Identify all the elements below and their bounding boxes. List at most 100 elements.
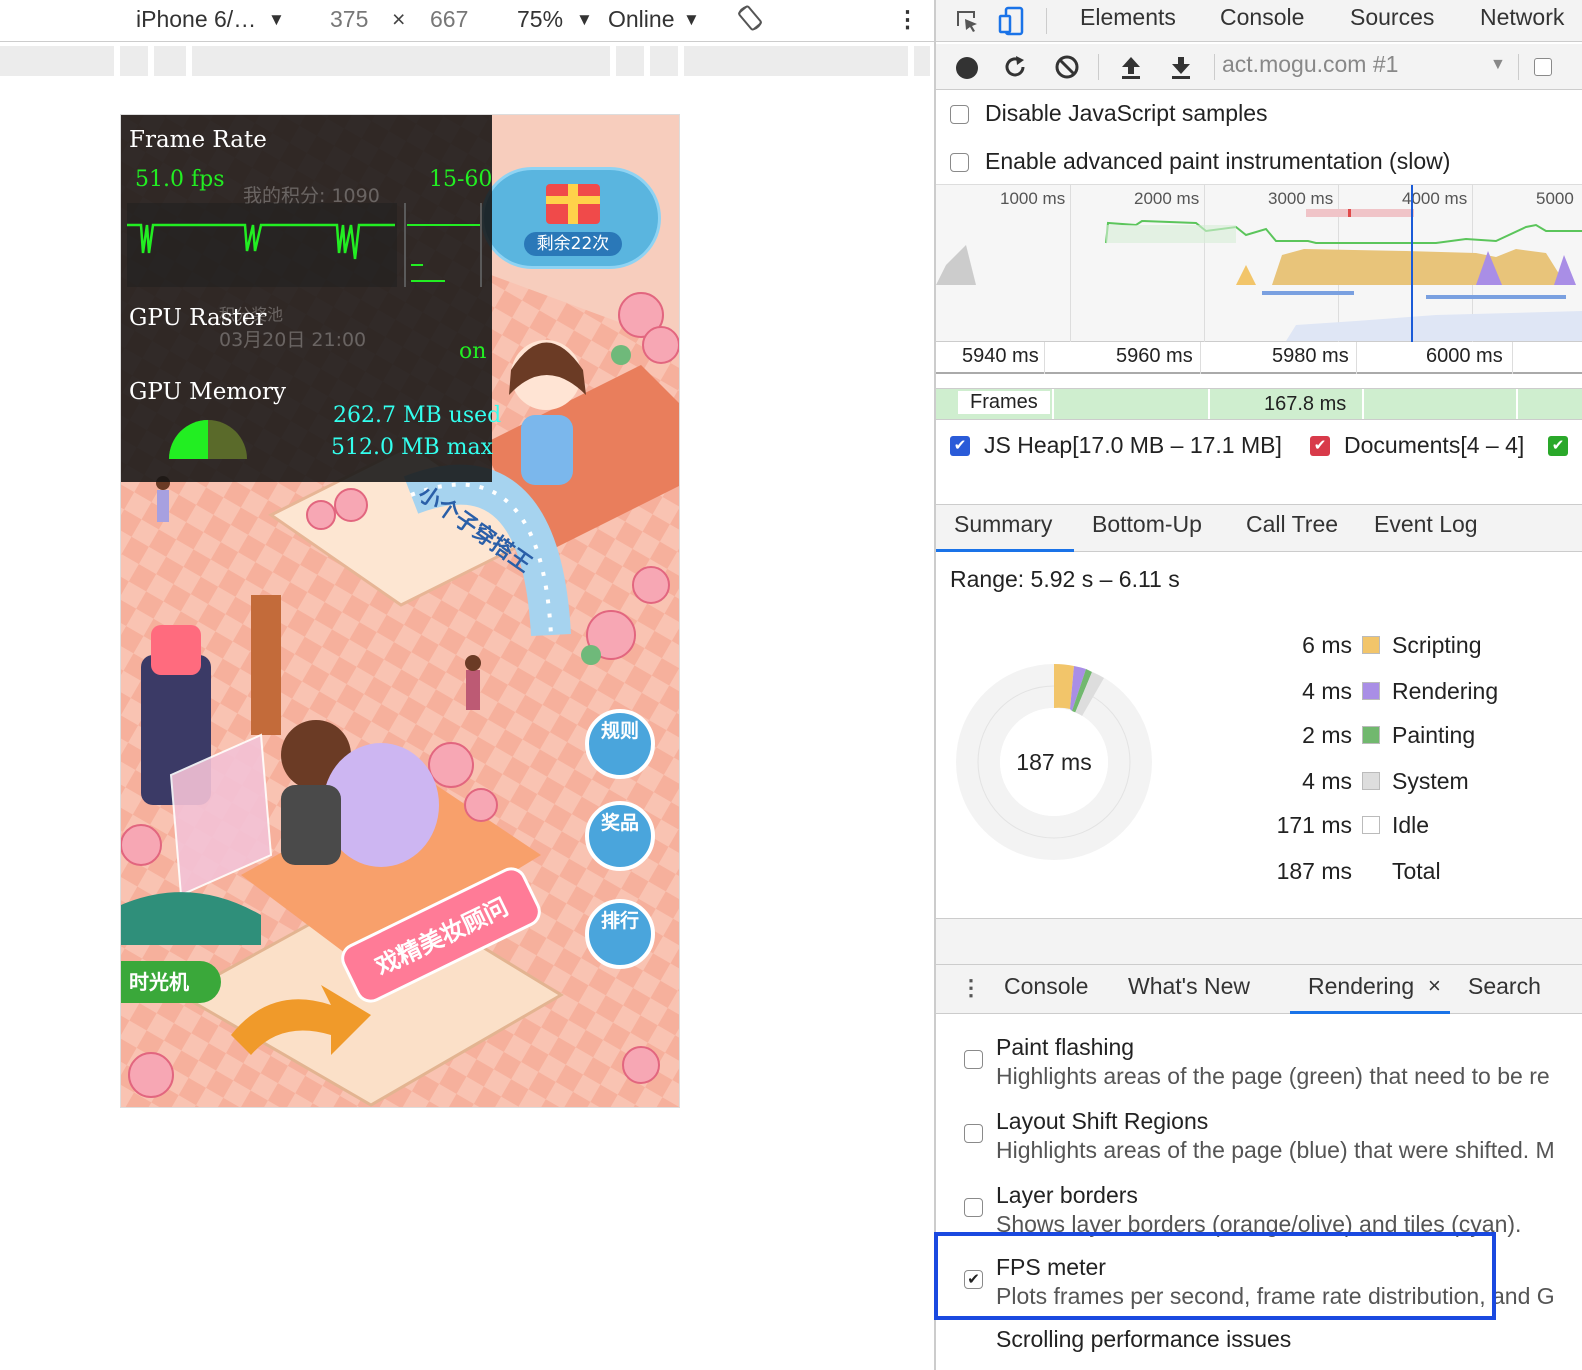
frames-track[interactable]: Frames 167.8 ms xyxy=(936,388,1582,420)
drawer-tab-rendering[interactable]: Rendering xyxy=(1308,973,1414,1000)
zoom-caret-icon[interactable]: ▼ xyxy=(576,10,593,30)
tab-bottom-up[interactable]: Bottom-Up xyxy=(1092,511,1202,538)
screenshots-checkbox[interactable] xyxy=(1534,58,1552,76)
tab-sources[interactable]: Sources xyxy=(1350,4,1434,31)
summary-legend-value: 171 ms xyxy=(1276,812,1352,838)
time-machine-label: 时光机 xyxy=(129,970,189,994)
summary-legend-value: 2 ms xyxy=(1302,722,1352,748)
target-caret-icon[interactable]: ▼ xyxy=(1490,56,1506,74)
summary-legend-row: 4 ms Rendering xyxy=(1232,678,1532,708)
fps-value: 51.0 fps xyxy=(135,167,225,192)
gift-bubble[interactable]: 剩余22次 xyxy=(481,167,661,269)
tab-network[interactable]: Network xyxy=(1480,4,1564,31)
load-profile-icon[interactable] xyxy=(1118,54,1144,85)
fps-range: 15-60 xyxy=(429,167,493,192)
drawer-tab-whats-new[interactable]: What's New xyxy=(1128,973,1250,1000)
gift-box-icon xyxy=(546,184,600,224)
clear-icon[interactable] xyxy=(1054,54,1080,85)
advanced-paint-row[interactable]: Enable advanced paint instrumentation (s… xyxy=(950,148,1450,175)
summary-legend-row: 4 ms System xyxy=(1232,768,1532,798)
reload-record-icon[interactable] xyxy=(1002,54,1028,85)
gpu-memory-max: 512.0 MB max xyxy=(331,435,494,460)
rendering-option[interactable]: Layer borders Shows layer borders (orange… xyxy=(996,1182,1521,1238)
height-input[interactable]: 667 xyxy=(430,6,468,33)
rendering-option[interactable]: Paint flashing Highlights areas of the pa… xyxy=(996,1034,1550,1090)
network-throttle-select[interactable]: Online xyxy=(608,6,674,33)
summary-legend-swatch xyxy=(1362,726,1380,744)
inspect-element-icon[interactable] xyxy=(954,8,980,39)
rendering-option-checkbox[interactable] xyxy=(964,1124,983,1143)
rotate-icon[interactable] xyxy=(736,4,764,38)
detail-tick-6000: 6000 ms xyxy=(1426,345,1503,367)
gpu-raster-title: GPU Raster xyxy=(129,305,267,331)
drawer-splitter[interactable] xyxy=(936,918,1582,966)
emulated-page-viewport[interactable]: 戏精美妆顾问 小个子穿搭王 剩余22次 规则 奖品 排行 时光机 我的积分: 1… xyxy=(120,114,680,1108)
summary-legend-row: 187 ms Total xyxy=(1232,858,1532,888)
overview-charts xyxy=(936,185,1582,343)
drawer-tab-console[interactable]: Console xyxy=(1004,973,1088,1000)
performance-toolbar: act.mogu.com #1 ▼ xyxy=(936,44,1582,90)
profile-target-select[interactable]: act.mogu.com #1 xyxy=(1222,51,1398,78)
summary-legend-value: 6 ms xyxy=(1302,632,1352,658)
documents-label: Documents[4 – 4] xyxy=(1344,432,1525,458)
disable-js-samples-checkbox[interactable] xyxy=(950,105,969,124)
rendering-option[interactable]: Layout Shift Regions Highlights areas of … xyxy=(996,1108,1555,1164)
network-caret-icon[interactable]: ▼ xyxy=(683,10,700,30)
js-heap-label: JS Heap[17.0 MB – 17.1 MB] xyxy=(984,432,1282,458)
rules-button[interactable]: 规则 xyxy=(585,709,655,779)
tab-elements[interactable]: Elements xyxy=(1080,4,1176,31)
media-query-bar[interactable] xyxy=(0,46,934,76)
time-machine-button[interactable]: 时光机 xyxy=(121,961,221,1003)
fps-graph xyxy=(127,203,482,287)
rendering-option-title: Layer borders xyxy=(996,1182,1138,1208)
summary-legend-name: Rendering xyxy=(1392,678,1499,704)
timeline-overview[interactable]: 1000 ms 2000 ms 3000 ms 4000 ms 5000 xyxy=(936,184,1582,343)
js-heap-checkbox[interactable]: ✔ xyxy=(950,436,970,456)
save-profile-icon[interactable] xyxy=(1168,54,1194,85)
devtools-pane: Elements Console Sources Network act.mog… xyxy=(934,0,1582,1370)
documents-checkbox[interactable]: ✔ xyxy=(1310,436,1330,456)
advanced-paint-checkbox[interactable] xyxy=(950,153,969,172)
prizes-button-label: 奖品 xyxy=(600,812,639,834)
disable-js-samples-row[interactable]: Disable JavaScript samples xyxy=(950,100,1268,127)
device-more-icon[interactable]: ⋮ xyxy=(896,6,919,33)
summary-pie-chart: 187 ms xyxy=(956,663,1152,860)
nodes-checkbox[interactable]: ✔ xyxy=(1548,436,1568,456)
rules-button-label: 规则 xyxy=(600,720,639,742)
summary-legend-name: Scripting xyxy=(1392,632,1482,658)
tab-console[interactable]: Console xyxy=(1220,4,1304,31)
tab-summary[interactable]: Summary xyxy=(954,511,1052,538)
detail-time-ruler: 5940 ms 5960 ms 5980 ms 6000 ms xyxy=(936,342,1582,374)
device-caret-icon[interactable]: ▼ xyxy=(268,10,285,30)
rendering-option-checkbox[interactable] xyxy=(964,1050,983,1069)
summary-range: Range: 5.92 s – 6.11 s xyxy=(950,566,1180,592)
drawer-tab-search[interactable]: Search xyxy=(1468,973,1541,1000)
disable-js-samples-label: Disable JavaScript samples xyxy=(985,100,1268,126)
frames-track-label: Frames xyxy=(958,391,1050,414)
screenshot-root: iPhone 6/… ▼ 375 × 667 75% ▼ Online ▼ ⋮ xyxy=(0,0,1582,1370)
summary-legend-value: 4 ms xyxy=(1302,768,1352,794)
gpu-memory-title: GPU Memory xyxy=(129,379,286,405)
tab-event-log[interactable]: Event Log xyxy=(1374,511,1478,538)
summary-legend-swatch xyxy=(1362,772,1380,790)
prizes-button[interactable]: 奖品 xyxy=(585,801,655,871)
drawer-tabbar: ⋮ Console What's New Rendering × Search xyxy=(936,964,1582,1014)
tab-call-tree[interactable]: Call Tree xyxy=(1246,511,1338,538)
close-rendering-tab-icon[interactable]: × xyxy=(1428,973,1441,999)
summary-legend-row: 6 ms Scripting xyxy=(1232,632,1532,662)
record-icon[interactable] xyxy=(956,57,978,79)
summary-legend-row: 171 ms Idle xyxy=(1232,812,1532,842)
rendering-option-checkbox[interactable] xyxy=(964,1198,983,1217)
summary-legend-name: Painting xyxy=(1392,722,1476,748)
detail-tick-5940: 5940 ms xyxy=(962,345,1039,367)
device-select[interactable]: iPhone 6/… xyxy=(136,6,256,33)
rendering-option[interactable]: Scrolling performance issues xyxy=(996,1326,1291,1353)
rank-button[interactable]: 排行 xyxy=(585,899,655,969)
summary-legend-name: Idle xyxy=(1392,812,1430,838)
width-input[interactable]: 375 xyxy=(330,6,368,33)
gpu-memory-gauge xyxy=(169,420,247,459)
gift-remaining-label: 剩余22次 xyxy=(524,232,622,256)
device-toolbar-toggle-icon[interactable] xyxy=(998,6,1026,41)
zoom-select[interactable]: 75% xyxy=(517,6,563,33)
drawer-menu-icon[interactable]: ⋮ xyxy=(960,975,982,1001)
